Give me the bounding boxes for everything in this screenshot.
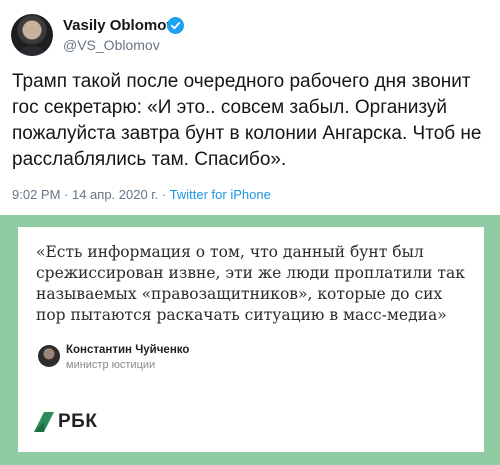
attached-image[interactable]: «Есть информация о том, что данный бунт … — [0, 215, 500, 465]
author-avatar[interactable] — [11, 14, 53, 56]
meta-separator: · — [158, 187, 170, 202]
rbc-logo-icon — [34, 412, 54, 432]
tweet-meta: 9:02 PM · 14 апр. 2020 г. · Twitter for … — [12, 187, 271, 202]
author-handle[interactable]: @VS_Oblomov — [63, 37, 160, 53]
person-role: министр юстиции — [66, 359, 156, 371]
tweet: Vasily Oblomov @VS_Oblomov Трамп такой п… — [0, 0, 500, 215]
rbc-logo: РБК — [34, 411, 97, 433]
person-avatar — [38, 345, 60, 367]
quote-card: «Есть информация о том, что данный бунт … — [18, 227, 484, 452]
rbc-logo-text: РБК — [58, 411, 98, 432]
tweet-date[interactable]: 14 апр. 2020 г. — [72, 187, 158, 202]
tweet-time[interactable]: 9:02 PM — [12, 187, 60, 202]
meta-separator: · — [60, 187, 72, 202]
tweet-source-link[interactable]: Twitter for iPhone — [170, 187, 271, 202]
verified-badge-icon — [167, 17, 184, 34]
quote-text: «Есть информация о том, что данный бунт … — [36, 243, 465, 324]
tweet-text: Трамп такой после очередного рабочего дн… — [12, 71, 482, 170]
author-name[interactable]: Vasily Oblomov — [63, 17, 175, 34]
person-name: Константин Чуйченко — [66, 344, 190, 356]
